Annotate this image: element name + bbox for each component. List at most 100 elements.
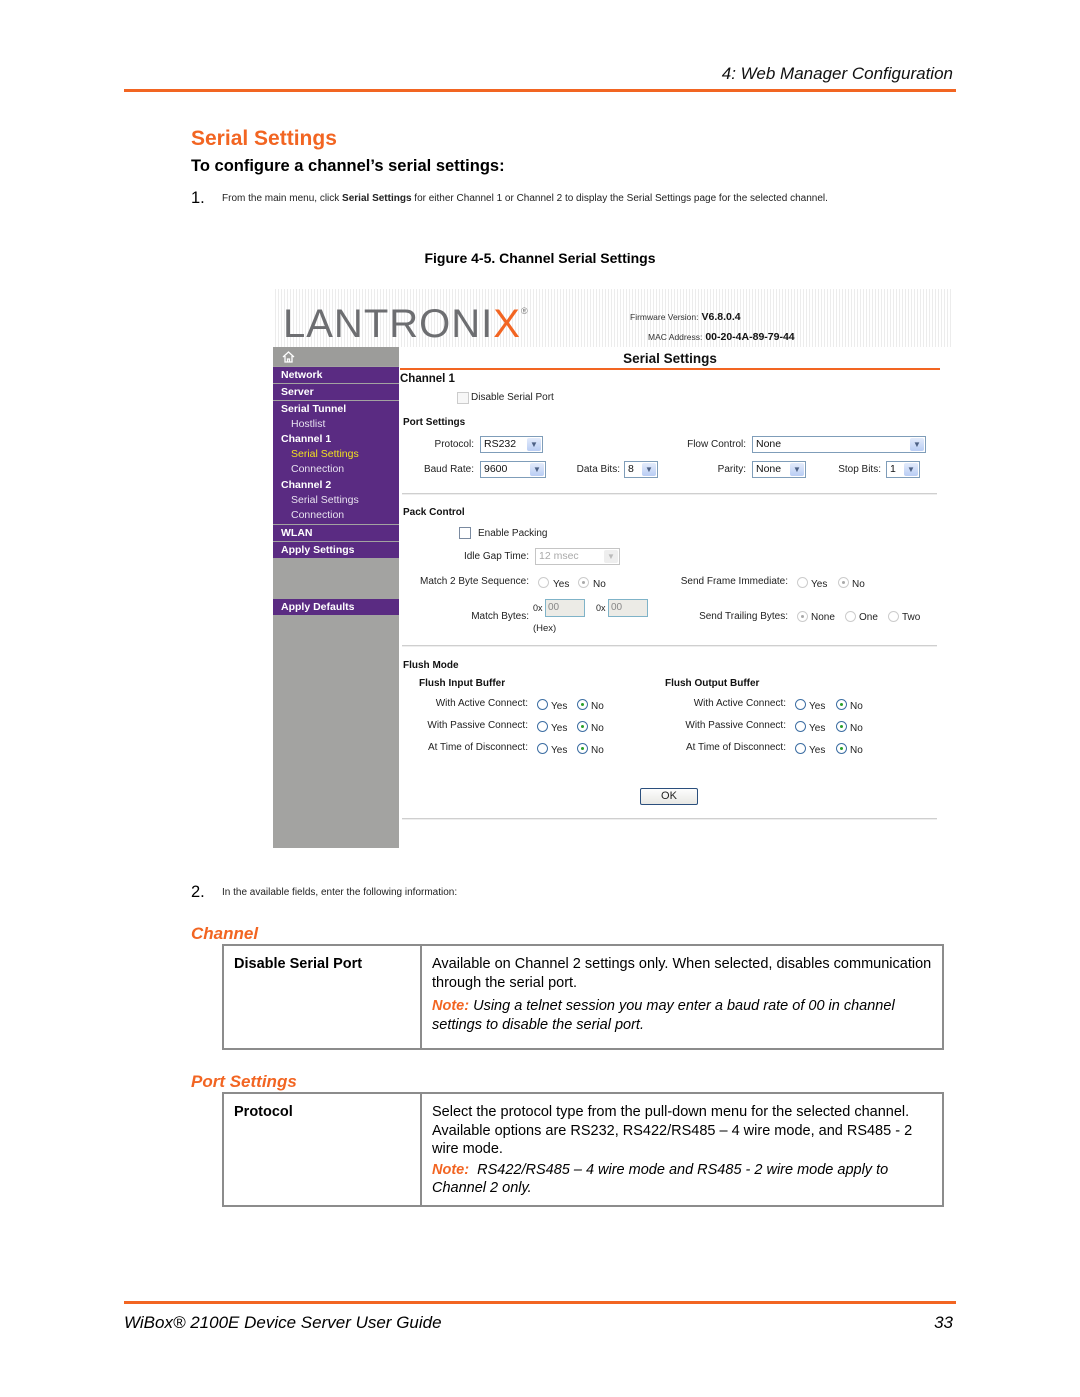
output-passive-yes-radio[interactable]: [795, 721, 806, 732]
input-active-yes-radio[interactable]: [537, 699, 548, 710]
match-2byte-no-radio[interactable]: [578, 577, 589, 588]
footer-rule: [124, 1301, 956, 1304]
no-label: No: [850, 745, 863, 756]
output-active-no-radio[interactable]: [836, 699, 847, 710]
baud-rate-select[interactable]: 9600 ▼: [480, 461, 546, 478]
no-label: No: [850, 723, 863, 734]
trailing-none-radio[interactable]: [797, 611, 808, 622]
idle-gap-select[interactable]: 12 msec ▼: [535, 548, 620, 565]
enable-packing-checkbox[interactable]: [459, 527, 471, 539]
sidebar-item-wlan[interactable]: WLAN: [273, 525, 399, 541]
stop-bits-select[interactable]: 1 ▼: [886, 461, 920, 478]
send-frame-no-radio[interactable]: [838, 577, 849, 588]
field-note: Note: Using a telnet session you may ent…: [432, 997, 937, 1034]
sidebar-item-ch2-connection[interactable]: Connection: [273, 508, 399, 523]
trailing-one-label: One: [859, 612, 878, 623]
lantronix-logo: LANTRONIX®: [283, 302, 529, 347]
parity-label: Parity:: [717, 464, 746, 475]
settings-content: Serial Settings Channel 1 Disable Serial…: [400, 347, 953, 848]
input-active-no-radio[interactable]: [577, 699, 588, 710]
yes-label: Yes: [809, 745, 826, 756]
data-bits-select[interactable]: 8 ▼: [624, 461, 658, 478]
sidebar-item-apply-defaults[interactable]: Apply Defaults: [273, 599, 399, 615]
baud-rate-value: 9600: [484, 463, 508, 475]
output-active-yes-radio[interactable]: [795, 699, 806, 710]
parity-value: None: [756, 463, 782, 475]
sidebar-item-hostlist[interactable]: Hostlist: [273, 417, 399, 432]
sidebar-item-ch1-serial-settings[interactable]: Serial Settings: [273, 447, 399, 462]
title-underline: [400, 368, 940, 370]
field-name: Disable Serial Port: [234, 956, 363, 972]
flow-control-label: Flow Control:: [687, 439, 746, 450]
parity-select[interactable]: None ▼: [752, 461, 806, 478]
note-label: Note:: [432, 1161, 470, 1178]
flush-input-heading: Flush Input Buffer: [419, 678, 506, 689]
figure-caption: Figure 4-5. Channel Serial Settings: [424, 250, 656, 266]
input-passive-no-radio[interactable]: [577, 721, 588, 732]
procedure-title: To configure a channel’s serial settings…: [191, 157, 505, 175]
table-field-cell: Protocol: [224, 1094, 422, 1205]
trailing-two-label: Two: [902, 612, 921, 623]
disable-serial-port-checkbox[interactable]: [457, 392, 469, 404]
output-disconnect-yes-radio[interactable]: [795, 743, 806, 754]
section-title: Serial Settings: [191, 127, 337, 150]
input-disconnect-yes-radio[interactable]: [537, 743, 548, 754]
logo-x: X: [493, 302, 521, 346]
trailing-one-radio[interactable]: [845, 611, 856, 622]
port-settings-heading: Port Settings: [403, 417, 466, 428]
flush-output-heading: Flush Output Buffer: [665, 678, 760, 689]
firmware-value: V6.8.0.4: [701, 311, 741, 323]
output-disconnect-no-radio[interactable]: [836, 743, 847, 754]
match-2byte-yes-radio[interactable]: [538, 577, 549, 588]
hex-prefix-1: 0x: [533, 603, 543, 613]
yes-label: Yes: [809, 701, 826, 712]
output-passive-no-radio[interactable]: [836, 721, 847, 732]
send-trailing-label: Send Trailing Bytes:: [699, 611, 788, 622]
sidebar-item-channel-2[interactable]: Channel 2: [273, 478, 399, 493]
field-note: Note: RS422/RS485 – 4 wire mode and RS48…: [432, 1161, 937, 1198]
note-label: Note:: [432, 998, 470, 1014]
web-manager-screenshot: LANTRONIX® Firmware Version: V6.8.0.4 MAC…: [273, 289, 953, 848]
protocol-value: RS232: [484, 438, 517, 450]
hex-note: (Hex): [533, 623, 557, 634]
flush-mode-heading: Flush Mode: [403, 660, 459, 671]
sidebar-item-server[interactable]: Server: [273, 384, 399, 400]
send-frame-yes-label: Yes: [811, 579, 828, 590]
step-number: 2.: [191, 883, 205, 901]
mac-value: 00-20-4A-89-79-44: [705, 331, 795, 343]
port-settings-table-heading: Port Settings: [191, 1072, 297, 1091]
ok-button[interactable]: OK: [640, 788, 698, 805]
sidebar-item-ch2-serial-settings[interactable]: Serial Settings: [273, 493, 399, 508]
yes-label: Yes: [551, 723, 568, 734]
sidebar-item-ch1-connection[interactable]: Connection: [273, 462, 399, 477]
home-button[interactable]: [273, 347, 399, 366]
channel-table: Disable Serial Port Available on Channel…: [222, 944, 944, 1050]
match-bytes-label: Match Bytes:: [471, 611, 529, 622]
sidebar-item-network[interactable]: Network: [273, 367, 399, 383]
step-number: 1.: [191, 189, 205, 207]
trailing-two-radio[interactable]: [888, 611, 899, 622]
trailing-none-label: None: [811, 612, 835, 623]
sidebar-item-channel-1[interactable]: Channel 1: [273, 432, 399, 447]
table-description-cell: Select the protocol type from the pull-d…: [432, 1103, 937, 1198]
input-disconnect-no-radio[interactable]: [577, 743, 588, 754]
send-frame-label: Send Frame Immediate:: [680, 576, 788, 587]
protocol-select[interactable]: RS232 ▼: [480, 436, 543, 453]
sidebar-item-serial-tunnel[interactable]: Serial Tunnel: [273, 402, 399, 417]
input-disconnect-label: At Time of Disconnect:: [427, 742, 528, 753]
send-frame-no-label: No: [852, 579, 865, 590]
table-field-cell: Disable Serial Port: [224, 946, 422, 1048]
match-byte-2-input[interactable]: 00: [608, 599, 648, 617]
output-active-label: With Active Connect:: [693, 698, 786, 709]
sidebar-item-apply-settings[interactable]: Apply Settings: [273, 542, 399, 558]
output-disconnect-label: At Time of Disconnect:: [685, 742, 786, 753]
chevron-down-icon: ▼: [604, 550, 618, 563]
step-text: In the available fields, enter the follo…: [222, 887, 458, 898]
flow-control-select[interactable]: None ▼: [752, 436, 926, 453]
section-divider: [402, 818, 937, 820]
chevron-down-icon: ▼: [530, 463, 544, 476]
input-passive-yes-radio[interactable]: [537, 721, 548, 732]
mac-label: MAC Address:: [648, 332, 703, 342]
send-frame-yes-radio[interactable]: [797, 577, 808, 588]
match-byte-1-input[interactable]: 00: [545, 599, 585, 617]
